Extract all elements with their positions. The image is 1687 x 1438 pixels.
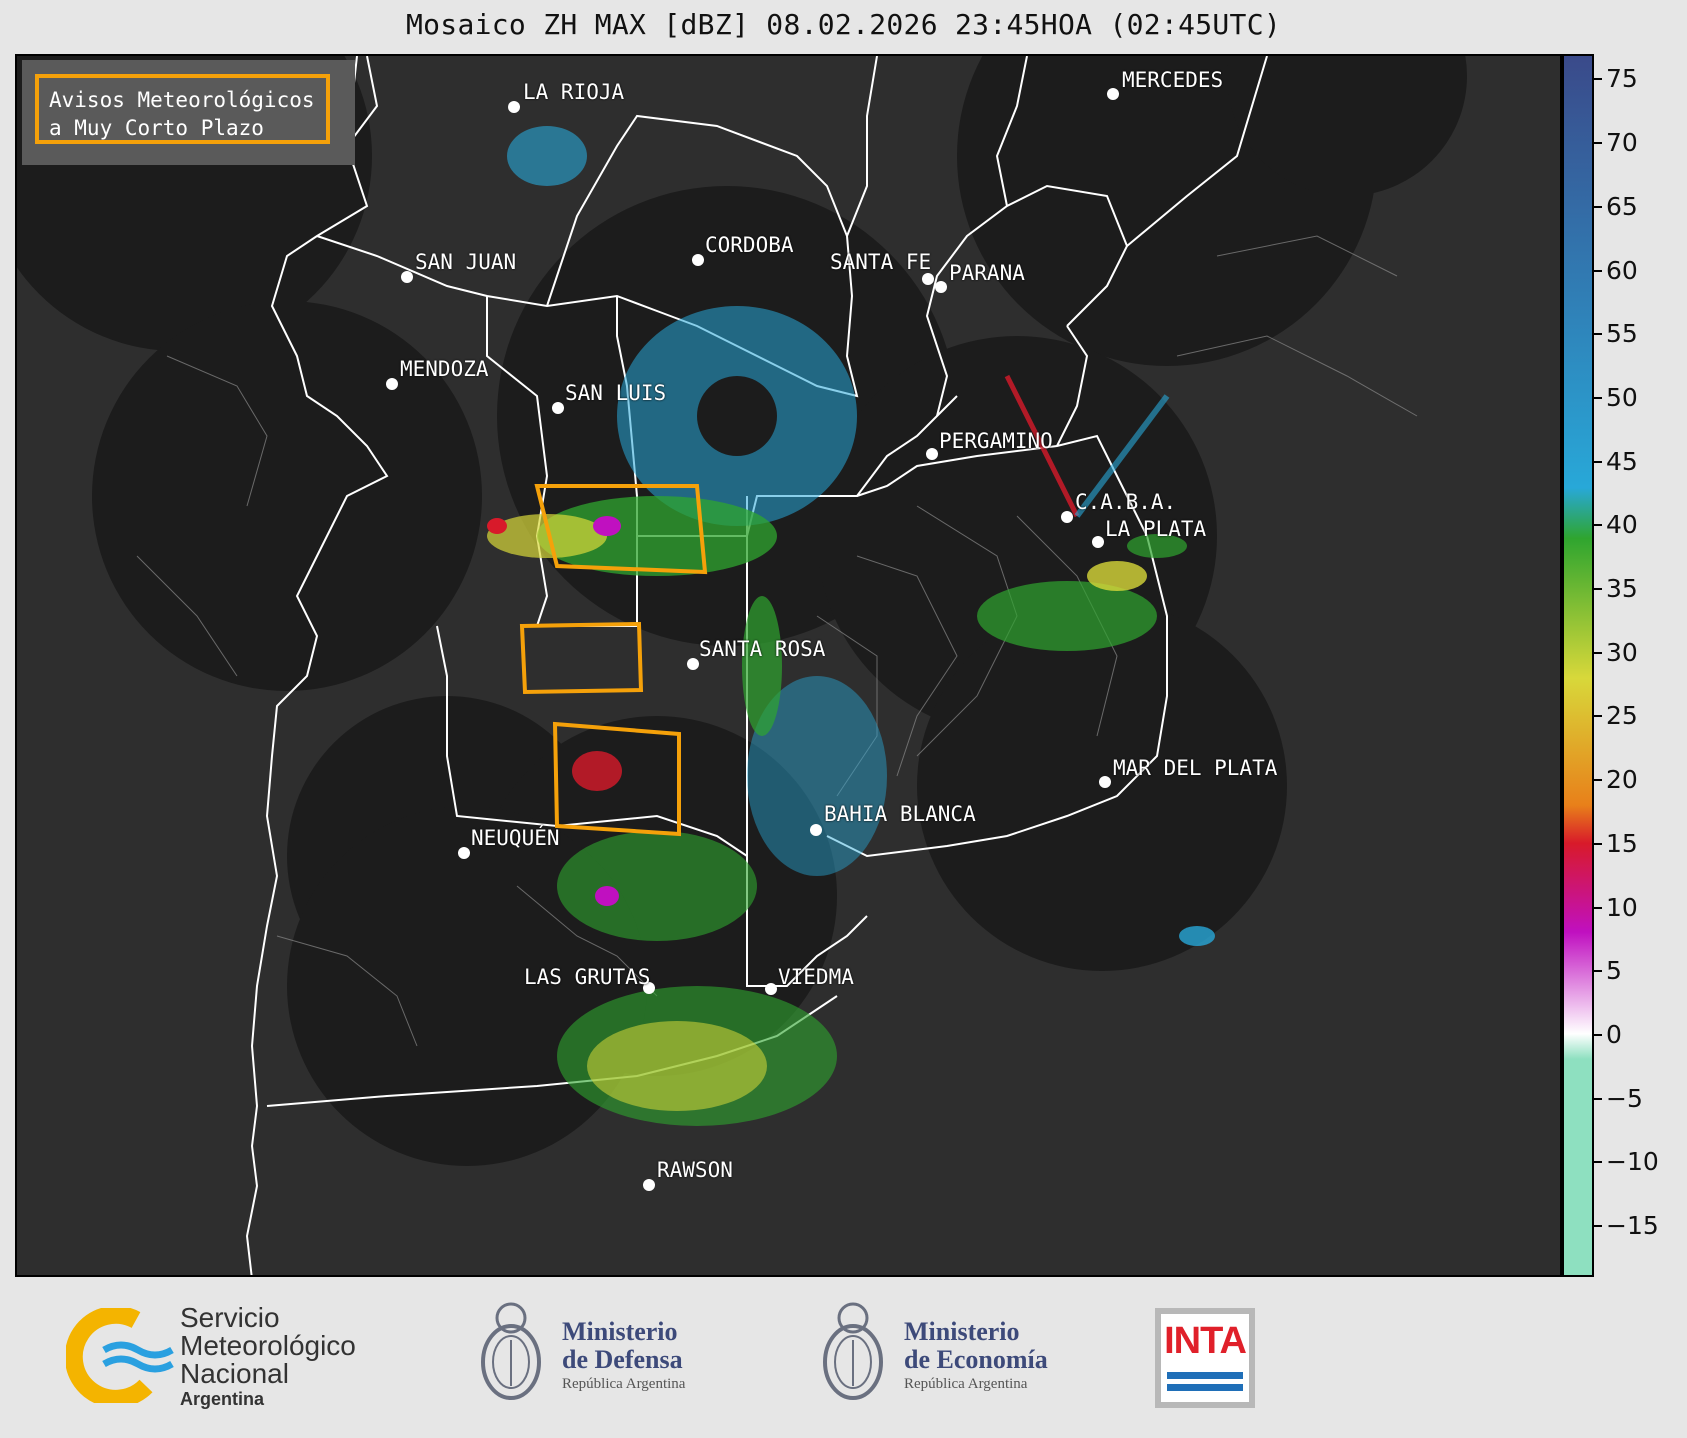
colorbar-tick-label: 30 bbox=[1606, 637, 1638, 667]
warnings-legend: Avisos Meteorológicos a Muy Corto Plazo bbox=[22, 60, 355, 165]
colorbar-tick bbox=[1594, 524, 1602, 527]
smn-line2: Meteorológico bbox=[180, 1330, 356, 1361]
city-label-bahia-blanca: BAHIA BLANCA bbox=[824, 802, 976, 826]
colorbar-tick bbox=[1594, 1225, 1602, 1228]
city-label-la-rioja: LA RIOJA bbox=[523, 80, 625, 104]
defensa-seal-icon bbox=[478, 1296, 544, 1414]
city-label-la-plata: LA PLATA bbox=[1105, 517, 1207, 541]
inta-label: INTA bbox=[1164, 1320, 1247, 1362]
city-label-santa-fe: SANTA FE bbox=[830, 250, 932, 274]
city-label-caba: C.A.B.A. bbox=[1075, 490, 1177, 514]
colorbar-tick bbox=[1594, 779, 1602, 782]
colorbar-tick-label: −15 bbox=[1606, 1211, 1659, 1241]
colorbar-tick bbox=[1594, 906, 1602, 909]
legend-line2: a Muy Corto Plazo bbox=[49, 116, 264, 140]
smn-text: Servicio Meteorológico Nacional Argentin… bbox=[180, 1304, 356, 1410]
legend-line1: Avisos Meteorológicos bbox=[49, 88, 315, 112]
colorbar-tick-label: 5 bbox=[1606, 956, 1622, 986]
city-label-las-grutas: LAS GRUTAS bbox=[524, 965, 651, 989]
colorbar-tick bbox=[1594, 333, 1602, 336]
city-label-san-luis: SAN LUIS bbox=[565, 381, 667, 405]
colorbar-tick bbox=[1594, 78, 1602, 81]
economia-line1: Ministerio bbox=[904, 1317, 1020, 1346]
city-label-mar-del-plata: MAR DEL PLATA bbox=[1113, 756, 1278, 780]
colorbar-tick-label: 50 bbox=[1606, 382, 1638, 412]
colorbar-tick bbox=[1594, 396, 1602, 399]
warnings-legend-text: Avisos Meteorológicos a Muy Corto Plazo bbox=[49, 86, 315, 142]
colorbar-tick-label: 15 bbox=[1606, 828, 1638, 858]
smn-line1: Servicio bbox=[180, 1302, 280, 1333]
warnings-legend-frame: Avisos Meteorológicos a Muy Corto Plazo bbox=[35, 74, 330, 144]
city-label-mendoza: MENDOZA bbox=[400, 357, 489, 381]
colorbar-tick bbox=[1594, 1033, 1602, 1036]
colorbar-tick bbox=[1594, 970, 1602, 973]
colorbar-tick bbox=[1594, 269, 1602, 272]
city-label-viedma: VIEDMA bbox=[778, 965, 854, 989]
smn-line4: Argentina bbox=[180, 1389, 265, 1409]
colorbar-tick bbox=[1594, 205, 1602, 208]
colorbar-tick bbox=[1594, 588, 1602, 591]
colorbar-tick-label: 70 bbox=[1606, 128, 1638, 158]
colorbar-tick-label: 0 bbox=[1606, 1019, 1622, 1049]
colorbar-tick bbox=[1594, 842, 1602, 845]
smn-logo bbox=[64, 1305, 176, 1408]
defensa-line3: República Argentina bbox=[562, 1376, 686, 1392]
radar-map[interactable]: Avisos Meteorológicos a Muy Corto Plazo … bbox=[15, 54, 1562, 1277]
economia-text: Ministerio de Economía República Argenti… bbox=[904, 1318, 1048, 1394]
colorbar-tick-label: −10 bbox=[1606, 1147, 1659, 1177]
city-label-san-juan: SAN JUAN bbox=[415, 250, 517, 274]
colorbar-tick bbox=[1594, 1161, 1602, 1164]
city-label-parana: PARANA bbox=[949, 261, 1025, 285]
city-label-rawson: RAWSON bbox=[657, 1158, 733, 1182]
colorbar-tick-label: 75 bbox=[1606, 64, 1638, 94]
warning-polygon bbox=[519, 621, 644, 695]
colorbar-tick bbox=[1594, 460, 1602, 463]
city-label-neuquen: NEUQUÉN bbox=[471, 826, 560, 850]
footer-logos: Servicio Meteorológico Nacional Argentin… bbox=[0, 1278, 1687, 1438]
colorbar bbox=[1562, 54, 1594, 1277]
colorbar-tick-label: 45 bbox=[1606, 446, 1638, 476]
defensa-text: Ministerio de Defensa República Argentin… bbox=[562, 1318, 685, 1394]
city-label-mercedes: MERCEDES bbox=[1122, 68, 1224, 92]
inta-logo: INTA bbox=[1155, 1308, 1255, 1408]
colorbar-tick-label: 10 bbox=[1606, 892, 1638, 922]
city-label-santa-rosa: SANTA ROSA bbox=[699, 637, 826, 661]
map-title: Mosaico ZH MAX [dBZ] 08.02.2026 23:45HOA… bbox=[405, 8, 1282, 41]
defensa-line2: de Defensa bbox=[562, 1345, 683, 1374]
smn-line3: Nacional bbox=[180, 1358, 289, 1389]
economia-line3: República Argentina bbox=[904, 1376, 1028, 1392]
colorbar-tick-label: 65 bbox=[1606, 191, 1638, 221]
colorbar-tick-label: −5 bbox=[1606, 1083, 1643, 1113]
defensa-line1: Ministerio bbox=[562, 1317, 678, 1346]
city-label-pergamino: PERGAMINO bbox=[939, 429, 1053, 453]
economia-seal-icon bbox=[820, 1296, 886, 1414]
colorbar-tick bbox=[1594, 651, 1602, 654]
smn-emblem-icon bbox=[64, 1305, 174, 1408]
city-label-cordoba: CORDOBA bbox=[705, 233, 794, 257]
colorbar-tick-label: 20 bbox=[1606, 765, 1638, 795]
colorbar-tick-label: 35 bbox=[1606, 574, 1638, 604]
economia-line2: de Economía bbox=[904, 1345, 1048, 1374]
inta-logo-panel: INTA bbox=[1161, 1314, 1249, 1402]
inta-stripe bbox=[1167, 1372, 1243, 1379]
colorbar-tick bbox=[1594, 715, 1602, 718]
colorbar-tick-label: 25 bbox=[1606, 701, 1638, 731]
colorbar-tick-label: 55 bbox=[1606, 319, 1638, 349]
colorbar-tick-label: 40 bbox=[1606, 510, 1638, 540]
colorbar-tick bbox=[1594, 142, 1602, 145]
inta-stripe bbox=[1167, 1384, 1243, 1391]
colorbar-tick bbox=[1594, 1097, 1602, 1100]
colorbar-tick-label: 60 bbox=[1606, 255, 1638, 285]
